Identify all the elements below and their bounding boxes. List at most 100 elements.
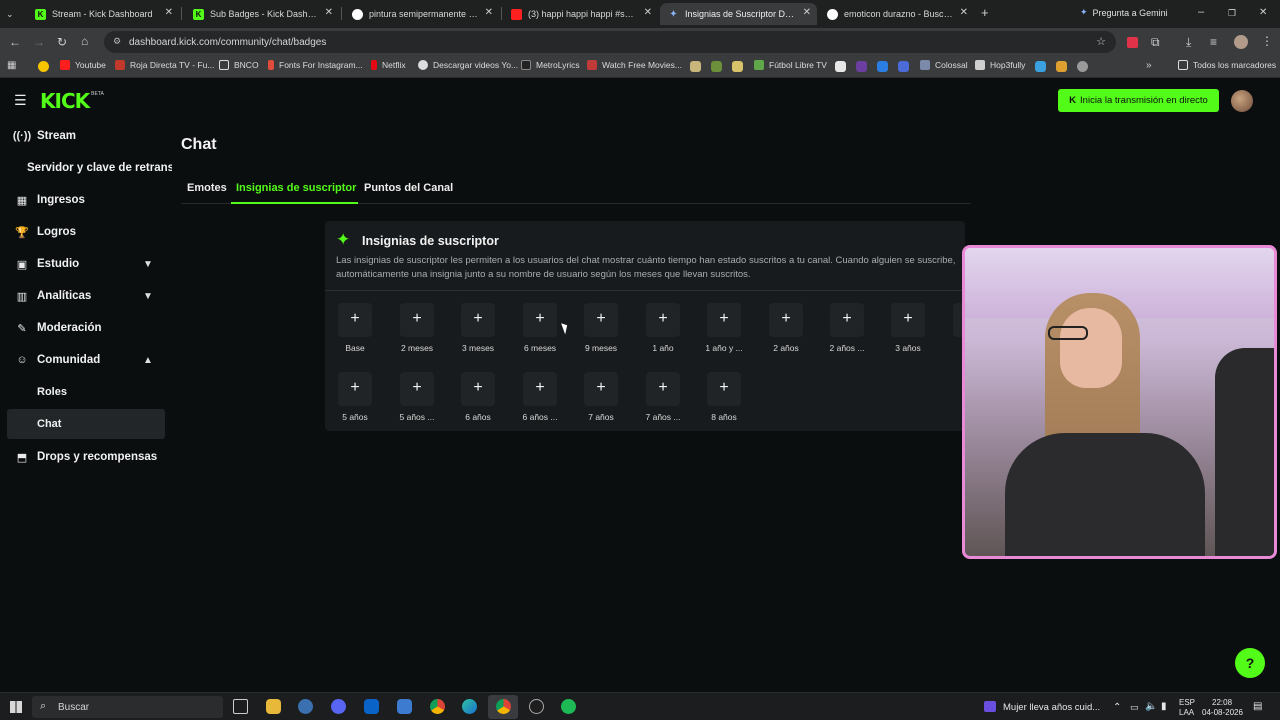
extension-icon[interactable] [1127, 37, 1138, 48]
sidebar-item-comunidad[interactable]: ☺ Comunidad ▲ [0, 346, 170, 374]
badge-slot[interactable]: +2 años [755, 303, 817, 353]
sidebar-item-logros[interactable]: 🏆 Logros [0, 218, 170, 246]
minimize-icon[interactable]: – [1198, 6, 1204, 18]
hamburger-menu-icon[interactable]: ☰ [14, 93, 27, 107]
badge-slot[interactable]: +5 años [325, 372, 386, 422]
badge-slot[interactable]: +1 año [632, 303, 694, 353]
add-badge-icon[interactable]: + [584, 303, 618, 337]
kick-logo[interactable]: KICK BETA [40, 89, 104, 113]
badge-slot[interactable]: +8 años [693, 372, 755, 422]
sidebar-item-server-key[interactable]: Servidor y clave de retransmisión [0, 154, 172, 182]
emoji-bookmark-icon[interactable] [38, 61, 49, 72]
bookmark-icon[interactable] [690, 61, 701, 72]
close-window-icon[interactable]: ✕ [1259, 7, 1267, 19]
taskbar-search[interactable]: ⌕ Buscar [32, 696, 223, 718]
sidebar-item-roles[interactable]: Roles [7, 377, 165, 407]
browser-tab-active[interactable]: ✦ Insignias de Suscriptor Duraznit ✕ [660, 3, 817, 25]
add-badge-icon[interactable]: + [338, 372, 372, 406]
browser-tab[interactable]: K Sub Badges - Kick Dashboard ✕ [185, 3, 339, 25]
browser-tab[interactable]: emoticon durazno - Buscar con ✕ [819, 3, 974, 25]
add-badge-icon[interactable]: + [769, 303, 803, 337]
chrome-icon[interactable] [430, 699, 445, 714]
network-icon[interactable]: ▭ [1130, 702, 1139, 713]
chevron-down-icon[interactable]: ▼ [143, 291, 153, 302]
app-icon[interactable] [298, 699, 313, 714]
apps-grid-icon[interactable]: ▦ [7, 60, 16, 72]
bookmark-fonts[interactable]: Fonts For Instagram... [268, 60, 363, 70]
extensions-puzzle-icon[interactable]: ⧉ [1151, 36, 1160, 48]
bookmark-colossal[interactable]: Colossal [920, 60, 968, 70]
sidebar-item-chat[interactable]: Chat [7, 409, 165, 439]
close-tab-icon[interactable]: ✕ [644, 7, 652, 18]
close-tab-icon[interactable]: ✕ [325, 7, 333, 18]
more-menu-icon[interactable]: ⋮ [1261, 35, 1273, 47]
badge-slot[interactable]: +6 meses [509, 303, 571, 353]
download-icon[interactable]: ⤓ [1186, 36, 1191, 48]
badge-slot[interactable]: +2 meses [386, 303, 448, 353]
bookmark-watch-free[interactable]: Watch Free Movies... [587, 60, 682, 70]
add-badge-icon[interactable]: + [830, 303, 864, 337]
sidebar-item-moderacion[interactable]: ✎ Moderación [0, 314, 170, 342]
tab-channel-points[interactable]: Puntos del Canal [364, 182, 453, 194]
bookmark-netflix[interactable]: Netflix [371, 60, 406, 70]
add-badge-icon[interactable]: + [523, 303, 557, 337]
add-badge-icon[interactable]: + [461, 372, 495, 406]
back-icon[interactable]: ← [9, 36, 21, 48]
tab-subscriber-badges[interactable]: Insignias de suscriptor [236, 182, 356, 194]
bookmark-icon[interactable] [711, 61, 722, 72]
bookmark-hop3fully[interactable]: Hop3fully [975, 60, 1025, 70]
windows-start-icon[interactable] [10, 701, 22, 713]
tray-chevron-up-icon[interactable]: ⌃ [1113, 702, 1121, 713]
address-bar[interactable]: ⚙ dashboard.kick.com/community/chat/badg… [104, 31, 1116, 53]
chevron-up-icon[interactable]: ▲ [143, 355, 153, 366]
home-icon[interactable]: ⌂ [81, 35, 88, 47]
all-bookmarks-folder[interactable]: Todos los marcadores [1178, 60, 1276, 70]
add-badge-icon[interactable]: + [400, 303, 434, 337]
tab-search-icon[interactable]: ⌄ [6, 8, 14, 20]
bookmark-icon[interactable] [1077, 61, 1088, 72]
edge-icon[interactable] [462, 699, 477, 714]
bookmark-icon[interactable] [1056, 61, 1067, 72]
bookmark-metrolyrics[interactable]: MetroLyrics [521, 60, 580, 70]
battery-icon[interactable]: ▮ [1161, 701, 1167, 712]
badge-slot[interactable]: +2 años ... [816, 303, 878, 353]
browser-tab[interactable]: pintura semipermanente - Busc ✕ [344, 3, 499, 25]
file-explorer-icon[interactable] [266, 699, 281, 714]
discord-icon[interactable] [331, 699, 346, 714]
bookmark-folder-bnco[interactable]: BNCO [219, 60, 259, 70]
sidebar-item-analiticas[interactable]: ▥ Analíticas ▼ [0, 282, 170, 310]
volume-icon[interactable]: 🔈 [1145, 701, 1157, 712]
bookmark-icon[interactable] [877, 61, 888, 72]
outlook-icon[interactable] [364, 699, 379, 714]
tab-emotes[interactable]: Emotes [187, 182, 227, 194]
bookmark-youtube[interactable]: Youtube [60, 60, 106, 70]
input-language[interactable]: ESP [1179, 698, 1195, 707]
add-badge-icon[interactable]: + [523, 372, 557, 406]
browser-tab[interactable]: K Stream - Kick Dashboard ✕ [27, 3, 179, 25]
add-badge-icon[interactable]: + [707, 372, 741, 406]
badge-slot[interactable]: +7 años ... [632, 372, 694, 422]
clock-date[interactable]: 04-08-2026 [1202, 708, 1243, 717]
chevron-down-icon[interactable]: ▼ [143, 259, 153, 270]
add-badge-icon[interactable]: + [646, 303, 680, 337]
close-tab-icon[interactable]: ✕ [165, 7, 173, 18]
badge-slot[interactable]: +3 meses [447, 303, 509, 353]
browser-tab[interactable]: (3) happi happi happi #shorts # ✕ [503, 3, 658, 25]
bookmark-icon[interactable] [898, 61, 909, 72]
sidebar-item-ingresos[interactable]: ▦ Ingresos [0, 186, 170, 214]
profile-avatar[interactable] [1234, 35, 1248, 49]
avatar[interactable] [1231, 90, 1253, 112]
badge-slot[interactable]: +6 años [447, 372, 509, 422]
sidebar-item-estudio[interactable]: ▣ Estudio ▼ [0, 250, 170, 278]
new-tab-icon[interactable]: + [981, 6, 989, 19]
bookmark-icon[interactable] [1035, 61, 1046, 72]
news-widget[interactable]: Mujer lleva años cuid... [1003, 702, 1100, 713]
close-tab-icon[interactable]: ✕ [960, 7, 968, 18]
bookmark-icon[interactable] [835, 61, 846, 72]
badge-slot[interactable]: +5 años ... [386, 372, 448, 422]
bookmark-star-icon[interactable]: ☆ [1096, 35, 1106, 48]
reload-icon[interactable]: ↻ [57, 36, 67, 48]
badge-slot[interactable]: +6 años ... [509, 372, 571, 422]
chrome-icon[interactable] [496, 699, 511, 714]
badge-slot[interactable]: +3 años [877, 303, 939, 353]
